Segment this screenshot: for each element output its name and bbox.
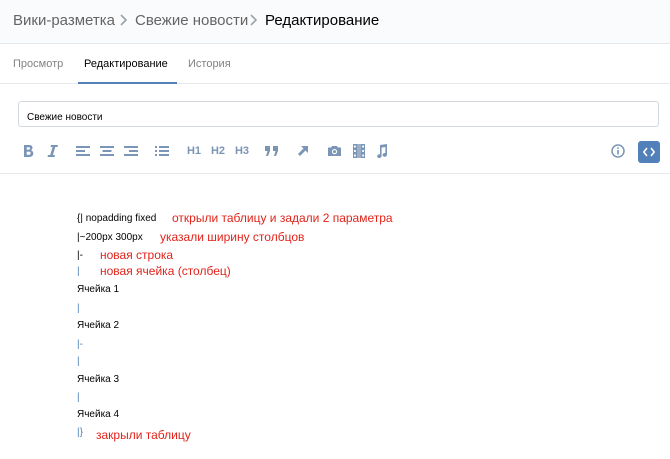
markup-line: |- bbox=[77, 339, 83, 350]
markup-line: | bbox=[77, 266, 80, 277]
list-icon bbox=[155, 146, 169, 156]
info-icon bbox=[611, 144, 625, 158]
annotation-open-table: открыли таблицу и задали 2 параметра bbox=[172, 211, 393, 225]
h1-button[interactable]: H1 bbox=[185, 140, 203, 162]
markup-line: |- bbox=[77, 250, 83, 261]
h1-icon: H1 bbox=[186, 145, 202, 157]
video-icon bbox=[353, 144, 365, 158]
photo-icon bbox=[327, 146, 341, 156]
tab-history[interactable]: История bbox=[188, 58, 231, 70]
markup-line: |} bbox=[77, 427, 83, 438]
italic-button[interactable] bbox=[44, 140, 60, 162]
h2-icon: H2 bbox=[210, 145, 226, 157]
markup-line: {| nopadding fixed bbox=[77, 213, 157, 224]
italic-icon bbox=[47, 145, 58, 157]
h2-button[interactable]: H2 bbox=[209, 140, 227, 162]
markup-line: Ячейка 2 bbox=[77, 320, 120, 331]
breadcrumb-bar: Вики-разметка Свежие новости Редактирова… bbox=[0, 0, 670, 44]
tab-view[interactable]: Просмотр bbox=[13, 58, 63, 70]
editor-toolbar: H1 H2 H3 bbox=[0, 140, 670, 164]
align-center-icon bbox=[100, 146, 114, 156]
breadcrumb-section[interactable]: Вики-разметка bbox=[13, 12, 115, 29]
markup-line: Ячейка 3 bbox=[77, 374, 120, 385]
bold-button[interactable] bbox=[20, 140, 36, 162]
chevron-right-icon bbox=[250, 14, 258, 26]
markup-line: Ячейка 4 bbox=[77, 409, 120, 420]
breadcrumb-current: Редактирование bbox=[265, 12, 380, 29]
info-button[interactable] bbox=[610, 140, 626, 162]
audio-icon bbox=[377, 144, 387, 158]
breadcrumb-page[interactable]: Свежие новости bbox=[135, 12, 248, 29]
link-icon bbox=[298, 146, 308, 156]
quote-button[interactable] bbox=[264, 140, 280, 162]
active-tab-indicator bbox=[78, 82, 177, 84]
markup-line: | bbox=[77, 392, 80, 403]
markup-line: Ячейка 1 bbox=[77, 284, 120, 295]
markup-line: |~200px 300px bbox=[77, 232, 143, 243]
h3-button[interactable]: H3 bbox=[233, 140, 251, 162]
align-right-button[interactable] bbox=[123, 140, 139, 162]
markup-line: | bbox=[77, 356, 80, 367]
tab-edit[interactable]: Редактирование bbox=[84, 58, 168, 70]
tab-bar: Просмотр Редактирование История bbox=[0, 44, 670, 84]
align-center-button[interactable] bbox=[99, 140, 115, 162]
audio-button[interactable] bbox=[374, 140, 390, 162]
h3-icon: H3 bbox=[234, 145, 250, 157]
annotation-new-cell: новая ячейка (столбец) bbox=[100, 264, 231, 278]
annotation-close-table: закрыли таблицу bbox=[96, 428, 191, 442]
video-button[interactable] bbox=[351, 140, 367, 162]
markup-line: | bbox=[77, 303, 80, 314]
quote-icon bbox=[265, 146, 278, 156]
bold-icon bbox=[23, 145, 33, 157]
align-right-icon bbox=[124, 146, 138, 156]
annotation-column-widths: указали ширину столбцов bbox=[160, 230, 305, 244]
align-left-button[interactable] bbox=[75, 140, 91, 162]
code-mode-icon bbox=[643, 147, 655, 157]
link-button[interactable] bbox=[295, 140, 311, 162]
align-left-icon bbox=[76, 146, 90, 156]
code-mode-button[interactable] bbox=[638, 141, 660, 163]
annotation-new-row: новая строка bbox=[100, 248, 174, 262]
chevron-right-icon bbox=[120, 14, 128, 26]
page-title-input[interactable] bbox=[18, 101, 659, 127]
list-button[interactable] bbox=[154, 140, 170, 162]
photo-button[interactable] bbox=[326, 140, 342, 162]
markup-editor[interactable]: {| nopadding fixed |~200px 300px |- | Яч… bbox=[0, 174, 670, 459]
